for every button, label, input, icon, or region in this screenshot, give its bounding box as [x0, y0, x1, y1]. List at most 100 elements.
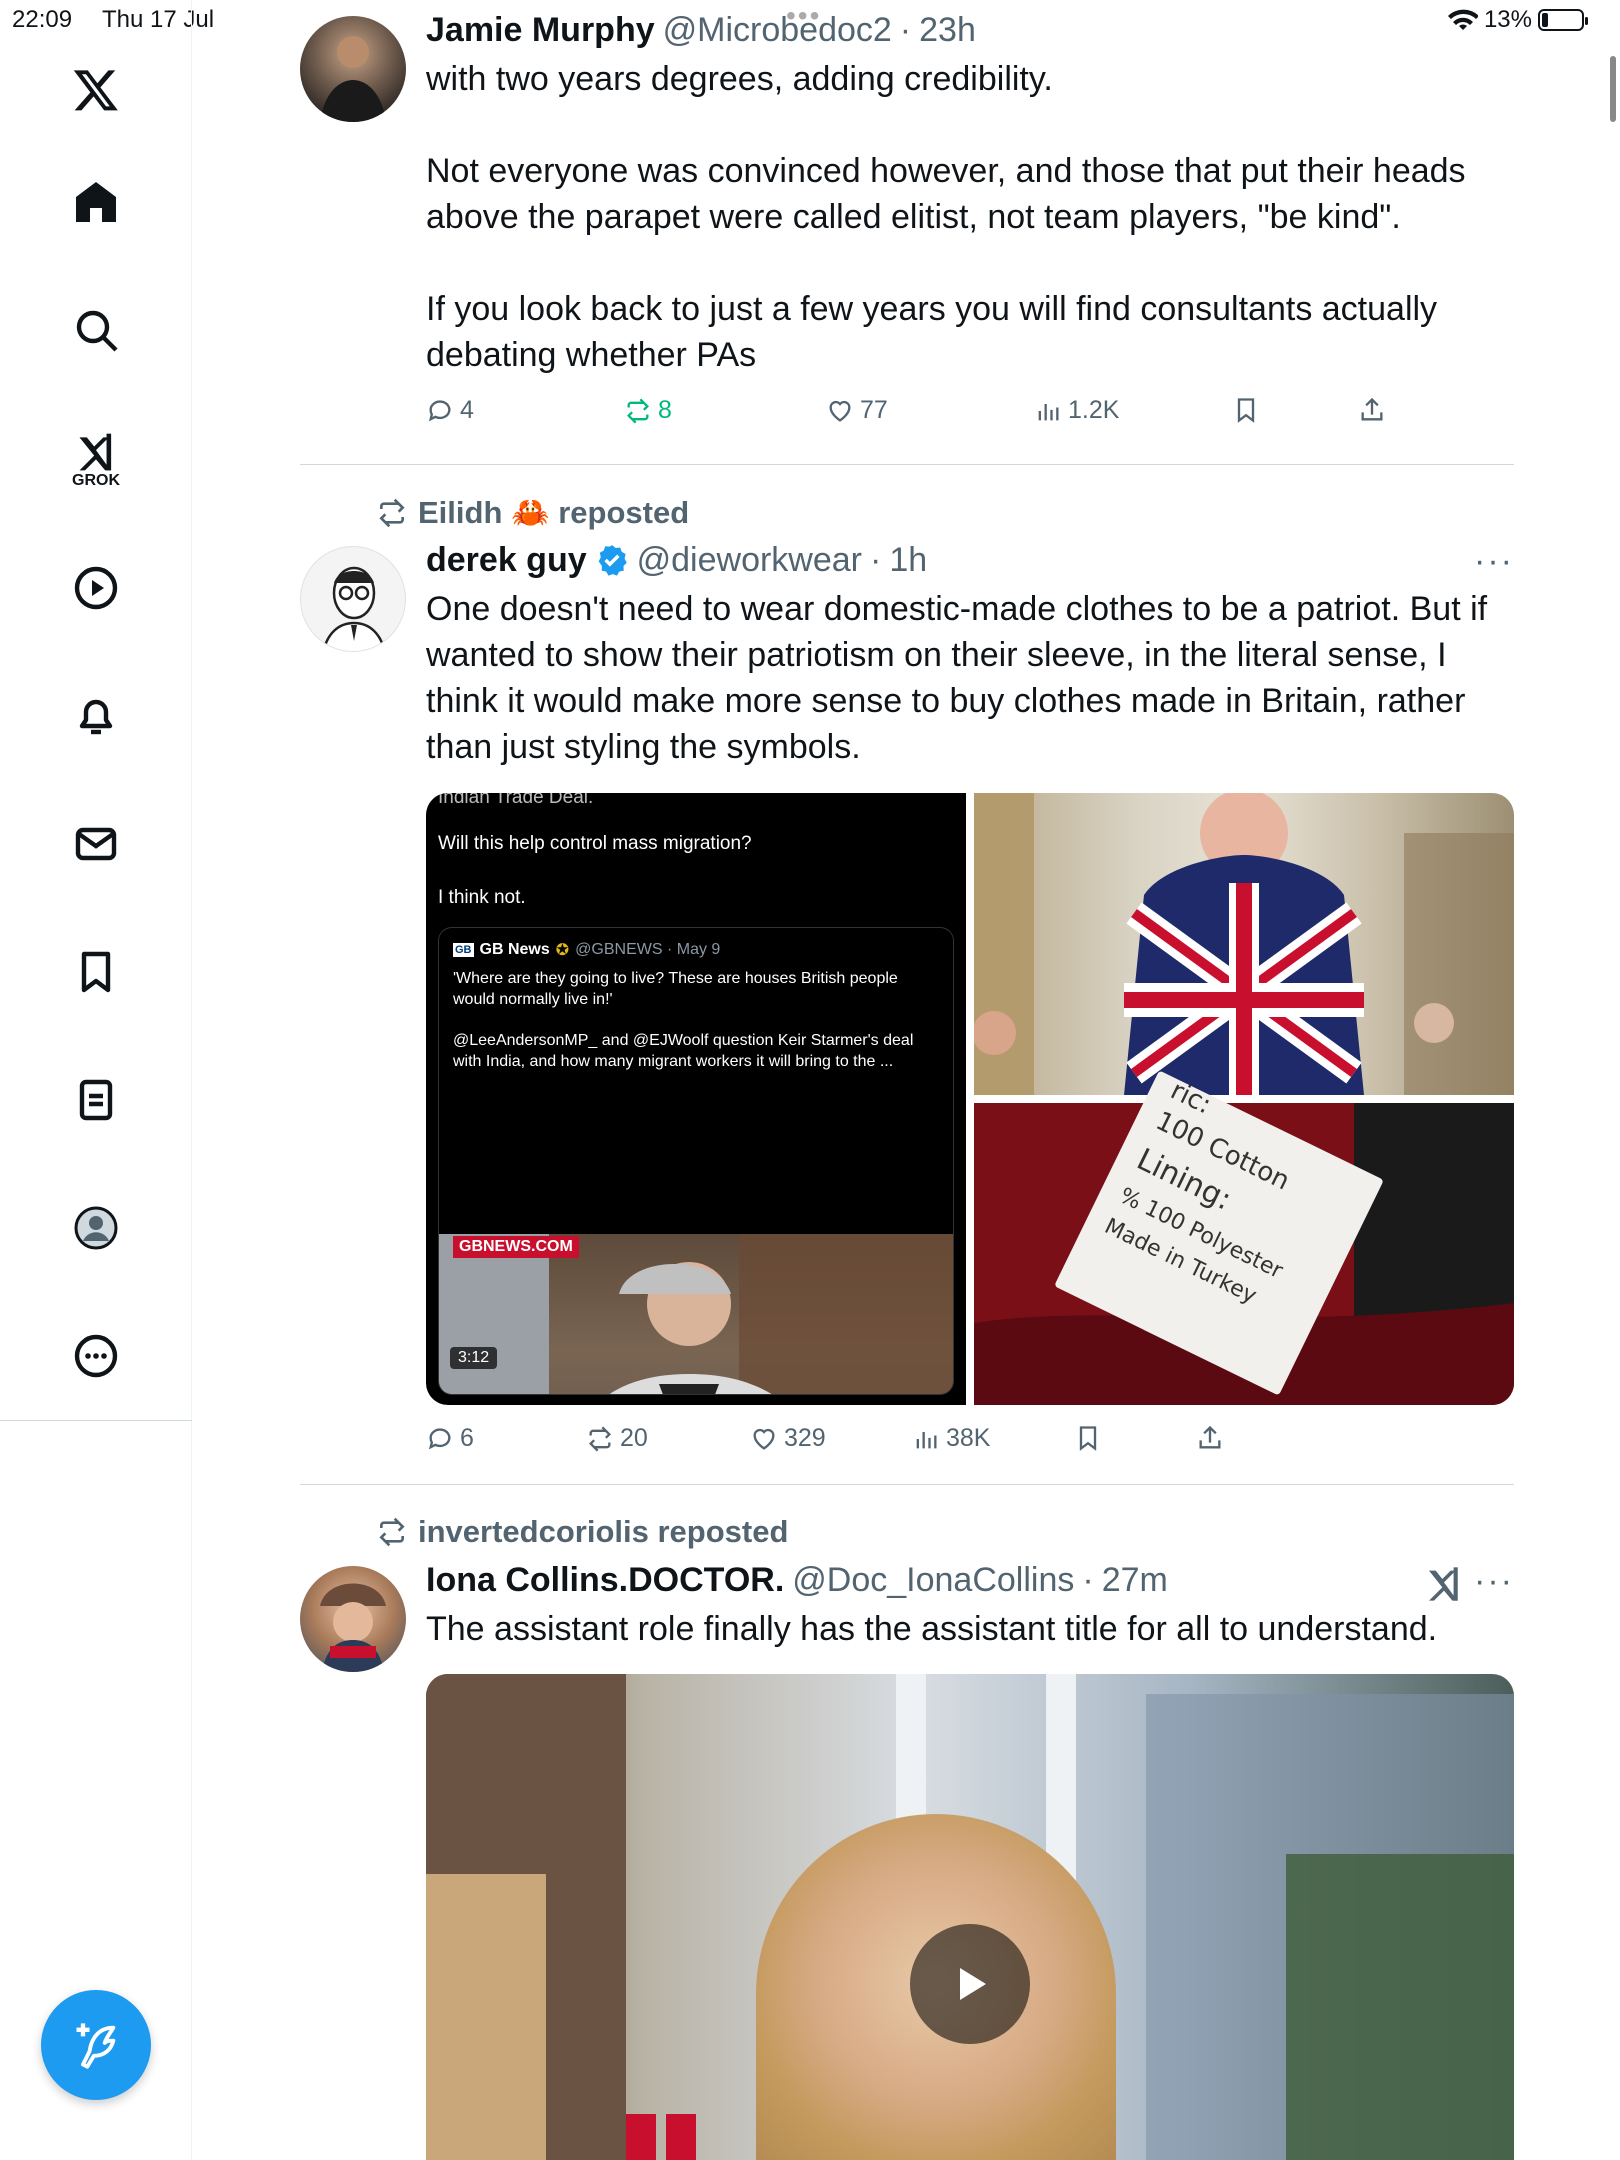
- post-time[interactable]: 23h: [919, 11, 976, 50]
- author-name[interactable]: derek guy: [426, 541, 587, 580]
- avatar-jamie-murphy[interactable]: [300, 16, 406, 122]
- repost-icon: [627, 398, 649, 423]
- author-handle[interactable]: @dieworkwear: [637, 541, 862, 580]
- repost-context[interactable]: invertedcoriolis reposted: [376, 1514, 788, 1550]
- scrollbar[interactable]: [1610, 56, 1616, 122]
- compose-post-button[interactable]: [41, 1990, 151, 2100]
- grok-label: GROK: [72, 472, 120, 489]
- bookmark-button[interactable]: [1074, 1424, 1102, 1452]
- post-iona-collins[interactable]: invertedcoriolis reposted Iona Collins.D…: [300, 1486, 1514, 2160]
- quoted-author: GB News: [479, 941, 550, 958]
- separator-dot: ·: [1082, 1560, 1094, 1599]
- post-time[interactable]: 1h: [889, 541, 927, 580]
- author-name[interactable]: Iona Collins.DOCTOR.: [426, 1561, 784, 1600]
- source-tag: GBNEWS.COM: [453, 1236, 579, 1258]
- x-logo-icon[interactable]: [64, 58, 128, 122]
- sidebar-divider: [0, 1420, 192, 1421]
- repost-count: 20: [620, 1424, 648, 1452]
- share-icon: [1361, 397, 1383, 421]
- post-more-button[interactable]: ···: [1474, 542, 1514, 581]
- repost-button[interactable]: 20: [586, 1424, 648, 1453]
- like-count: 77: [860, 396, 888, 424]
- media-screenshot[interactable]: Indian Trade Deal. Will this help contro…: [426, 793, 966, 1405]
- sidebar: GROK: [0, 0, 192, 2160]
- like-button[interactable]: 329: [750, 1424, 826, 1453]
- post-actions: 6 20 329 38K: [426, 1424, 1426, 1464]
- avatar-iona-collins[interactable]: [300, 1566, 406, 1672]
- heart-icon: [829, 400, 851, 422]
- feather-plus-icon: [76, 2023, 116, 2069]
- post-video[interactable]: [426, 1674, 1514, 2160]
- repost-button[interactable]: 8: [624, 396, 672, 425]
- home-icon[interactable]: [64, 170, 128, 234]
- views-icon: [916, 1431, 937, 1448]
- avatar-derek-guy[interactable]: [300, 546, 406, 652]
- post-header: Iona Collins.DOCTOR. @Doc_IonaCollins · …: [426, 1558, 1514, 1602]
- reply-icon: [428, 1427, 451, 1449]
- like-button[interactable]: 77: [826, 396, 888, 425]
- media-care-label[interactable]: ric: 100 Cotton Lining: % 100 Polyester …: [974, 1070, 1514, 1405]
- post-header: Jamie Murphy @Microbedoc2 · 23h: [426, 8, 1514, 52]
- repost-icon: [589, 1426, 611, 1451]
- messages-icon[interactable]: [64, 812, 128, 876]
- views-button[interactable]: 38K: [912, 1424, 990, 1453]
- play-button[interactable]: [910, 1924, 1030, 2044]
- gbnews-logo-icon: GB: [453, 943, 474, 957]
- quoted-header: GB GB News ✪ @GBNEWS · May 9: [453, 940, 720, 960]
- video-icon[interactable]: [64, 556, 128, 620]
- quoted-handle: @GBNEWS · May 9: [575, 941, 721, 958]
- grok-icon[interactable]: GROK: [64, 420, 128, 500]
- views-icon: [1038, 403, 1059, 420]
- quoted-video-thumbnail[interactable]: [439, 1234, 953, 1394]
- reply-count: 4: [460, 396, 474, 424]
- screenshot-top-text: Indian Trade Deal.: [438, 793, 594, 808]
- reposted-by: invertedcoriolis reposted: [418, 1514, 789, 1549]
- post-content: Iona Collins.DOCTOR. @Doc_IonaCollins · …: [426, 1558, 1514, 1652]
- repost-icon: [379, 1517, 405, 1547]
- repost-context[interactable]: Eilidh 🦀 reposted: [376, 494, 689, 531]
- view-count: 1.2K: [1068, 396, 1120, 424]
- bookmark-button[interactable]: [1232, 396, 1260, 424]
- post-time[interactable]: 27m: [1102, 1561, 1168, 1600]
- grok-icon[interactable]: [1424, 1564, 1464, 1604]
- reply-button[interactable]: 6: [426, 1424, 474, 1453]
- more-icon[interactable]: [64, 1324, 128, 1388]
- separator-dot: ·: [870, 540, 882, 579]
- post-media-grid[interactable]: Indian Trade Deal. Will this help contro…: [426, 793, 1514, 1405]
- post-jamie-murphy[interactable]: Jamie Murphy @Microbedoc2 · 23h with two…: [300, 0, 1514, 466]
- author-handle[interactable]: @Doc_IonaCollins: [792, 1561, 1074, 1600]
- reposted-by: Eilidh 🦀 reposted: [418, 495, 690, 530]
- bookmark-icon: [1079, 1426, 1097, 1451]
- video-duration: 3:12: [450, 1347, 498, 1369]
- views-button[interactable]: 1.2K: [1034, 396, 1119, 425]
- media-union-jack-jacket[interactable]: [972, 793, 1514, 1095]
- post-text: The assistant role finally has the assis…: [426, 1610, 1438, 1648]
- lists-icon[interactable]: [64, 1068, 128, 1132]
- post-divider: [300, 1484, 1514, 1485]
- quoted-post[interactable]: GB GB News ✪ @GBNEWS · May 9 'Where are …: [438, 927, 954, 1395]
- reply-icon: [428, 399, 451, 421]
- battery-icon: [1538, 9, 1588, 31]
- reply-count: 6: [460, 1424, 474, 1452]
- share-button[interactable]: [1358, 396, 1386, 424]
- post-derek-guy[interactable]: Eilidh 🦀 reposted derek guy @dieworkwear…: [300, 466, 1514, 1486]
- view-count: 38K: [946, 1424, 991, 1452]
- post-content: derek guy @dieworkwear · 1h One doesn't …: [426, 538, 1514, 770]
- author-name[interactable]: Jamie Murphy: [426, 11, 655, 50]
- separator-dot: ·: [899, 10, 912, 49]
- profile-icon[interactable]: [64, 1196, 128, 1260]
- post-more-button[interactable]: ···: [1474, 1562, 1514, 1601]
- search-icon[interactable]: [64, 298, 128, 362]
- author-handle[interactable]: @Microbedoc2: [663, 11, 892, 50]
- quoted-text-1: 'Where are they going to live? These are…: [453, 970, 898, 1008]
- notifications-icon[interactable]: [64, 684, 128, 748]
- bookmarks-icon[interactable]: [64, 940, 128, 1004]
- share-button[interactable]: [1196, 1424, 1224, 1452]
- post-divider: [300, 464, 1514, 465]
- post-actions: 4 8 77 1.2K: [426, 396, 1426, 436]
- reply-button[interactable]: 4: [426, 396, 474, 425]
- share-icon: [1199, 1425, 1221, 1449]
- quoted-text-2: @LeeAndersonMP_ and @EJWoolf question Ke…: [453, 1032, 914, 1070]
- repost-icon: [379, 498, 405, 527]
- screenshot-line-1: Will this help control mass migration?: [438, 833, 752, 854]
